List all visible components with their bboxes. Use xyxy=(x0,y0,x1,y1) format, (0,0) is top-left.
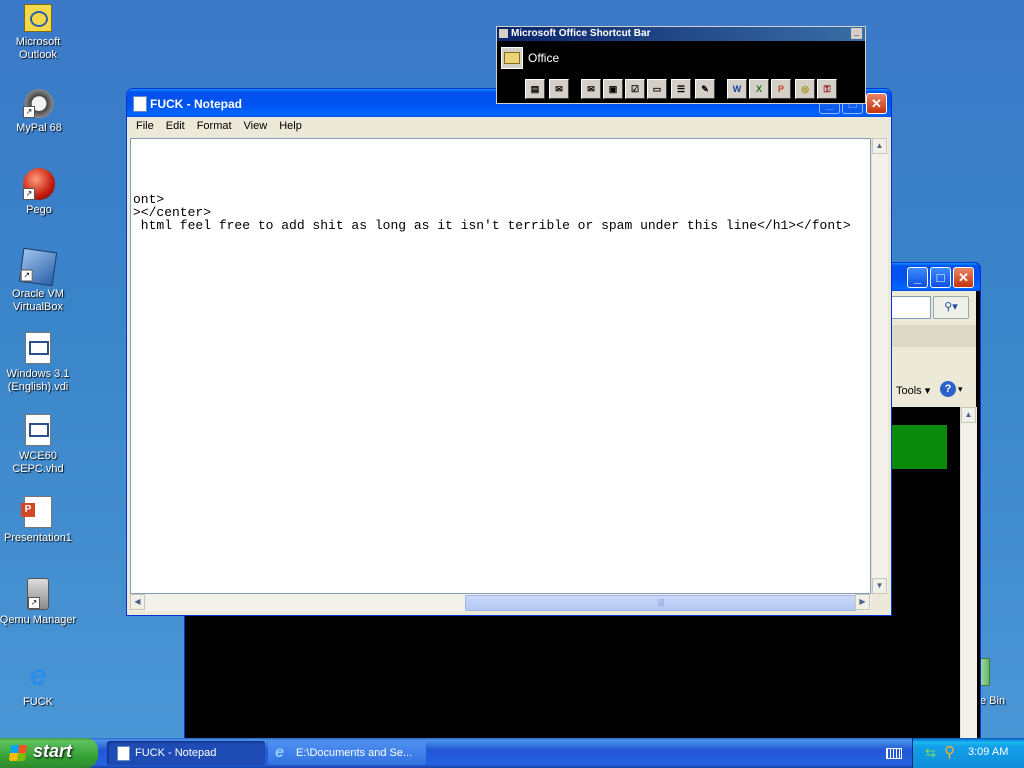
mail-icon[interactable]: ✉ xyxy=(581,79,601,99)
excel-icon[interactable]: X xyxy=(749,79,769,99)
page-scrollbar[interactable]: ▲ xyxy=(960,407,977,739)
taskbar-button-notepad[interactable]: FUCK - Notepad xyxy=(107,741,265,765)
desktop-icon-pego[interactable]: ↗ Pego xyxy=(0,168,79,217)
outlook-icon xyxy=(24,4,52,32)
office-folder-button[interactable] xyxy=(501,47,523,69)
recycle-bin-partial-label: e Bin xyxy=(980,695,1006,707)
window-title: FUCK - Notepad xyxy=(150,97,242,111)
access-icon[interactable]: ⚿ xyxy=(817,79,837,99)
notepad-window[interactable]: FUCK - Notepad _ □ ✕ FileEditFormatViewH… xyxy=(126,88,892,616)
office-bar-title: Microsoft Office Shortcut Bar xyxy=(511,28,651,39)
powerpoint-icon[interactable]: P xyxy=(771,79,791,99)
desktop-icon-presentation1[interactable]: P Presentation1 xyxy=(0,496,78,545)
taskbar-button-explorer[interactable]: e E:\Documents and Se... xyxy=(268,741,426,765)
powerpoint-icon: P xyxy=(21,496,52,528)
desktop-icon-label: MyPal 68 xyxy=(16,122,62,134)
menu-bar: File Edit Format View Help xyxy=(130,117,888,137)
green-banner xyxy=(885,425,947,469)
raccoon-icon: ↗ xyxy=(23,86,55,118)
menu-format[interactable]: Format xyxy=(191,117,238,135)
clock: 3:09 AM xyxy=(968,746,1009,758)
editor-line-3: html feel free to add shit as long as it… xyxy=(133,218,851,233)
scroll-left-arrow[interactable]: ◀ xyxy=(130,594,145,610)
close-button[interactable]: ✕ xyxy=(866,93,887,114)
office-folder-label: Office xyxy=(528,51,560,65)
qemu-icon: ↗ xyxy=(27,578,49,610)
scroll-up-arrow[interactable]: ▲ xyxy=(872,138,887,154)
desktop-icon-label: FUCK xyxy=(23,696,53,708)
menu-edit[interactable]: Edit xyxy=(160,117,191,135)
desktop-icon-label: Windows 3.1 (English).vdi xyxy=(6,368,70,393)
virtualbox-icon: ↗ xyxy=(18,247,58,287)
desktop-icon-label: WCE60 CEPC.vhd xyxy=(12,450,64,475)
desktop-icon-wce60-vhd[interactable]: WCE60 CEPC.vhd xyxy=(0,414,78,476)
menu-help[interactable]: Help xyxy=(273,117,308,135)
search-icon[interactable]: ⚲ xyxy=(944,743,955,761)
start-label: start xyxy=(33,741,73,761)
note-icon[interactable]: ✎ xyxy=(695,79,715,99)
start-button[interactable]: start xyxy=(0,738,98,768)
internet-explorer-icon: e xyxy=(29,659,47,692)
desktop-icon-mypal[interactable]: ↗ MyPal 68 xyxy=(0,86,79,135)
desktop-icon-ie-fuck[interactable]: e FUCK xyxy=(0,660,78,709)
appointment-icon[interactable]: ▣ xyxy=(603,79,623,99)
menu-view[interactable]: View xyxy=(238,117,274,135)
chevron-down-icon[interactable]: ▾ xyxy=(958,384,963,395)
scroll-right-arrow[interactable]: ▶ xyxy=(855,594,870,610)
outlook-icon[interactable]: ◎ xyxy=(795,79,815,99)
scroll-down-arrow[interactable]: ▼ xyxy=(872,578,887,594)
vertical-scrollbar[interactable]: ▲ ▼ xyxy=(871,138,888,594)
desktop-icon-label: Oracle VM VirtualBox xyxy=(12,288,64,313)
desktop-icon-windows31-vdi[interactable]: Windows 3.1 (English).vdi xyxy=(0,332,78,394)
notepad-icon xyxy=(133,96,147,112)
office-bar-titlebar[interactable]: Microsoft Office Shortcut Bar _ xyxy=(497,27,865,41)
new-document-icon[interactable]: ▤ xyxy=(525,79,545,99)
word-icon[interactable]: W xyxy=(727,79,747,99)
taskbar-button-label: FUCK - Notepad xyxy=(135,747,217,759)
open-document-icon[interactable]: ✉ xyxy=(549,79,569,99)
desktop-icon-label: Presentation1 xyxy=(4,532,72,544)
taskbar-button-label: E:\Documents and Se... xyxy=(296,747,413,759)
desktop-icon-label: Pego xyxy=(26,204,52,216)
desktop-icon-qemu-manager[interactable]: ↗ Qemu Manager xyxy=(0,578,78,627)
contact-icon[interactable]: ▭ xyxy=(647,79,667,99)
desktop-icon-label: Microsoft Outlook xyxy=(15,36,61,61)
document-icon xyxy=(25,414,51,446)
tools-menu-button[interactable]: Tools ▾ xyxy=(896,384,930,397)
keyboard-icon[interactable] xyxy=(886,748,902,759)
taskbar: start FUCK - Notepad e E:\Documents and … xyxy=(0,738,1024,768)
windows-logo-icon xyxy=(8,745,28,761)
task-icon[interactable]: ☑ xyxy=(625,79,645,99)
search-button[interactable]: ⚲▾ xyxy=(933,296,969,319)
desktop-icon-label: Qemu Manager xyxy=(0,614,77,626)
desktop-icon-virtualbox[interactable]: ↗ Oracle VM VirtualBox xyxy=(0,247,78,314)
internet-explorer-icon: e xyxy=(275,744,284,761)
minimize-button[interactable]: _ xyxy=(907,267,928,288)
text-editor[interactable]: ont> ></center> html feel free to add sh… xyxy=(130,138,871,594)
journal-icon[interactable]: ☰ xyxy=(671,79,691,99)
menu-file[interactable]: File xyxy=(130,117,160,135)
system-tray: ⇆ ⚲ 3:09 AM xyxy=(912,738,1024,768)
notepad-icon xyxy=(117,746,130,761)
folder-icon xyxy=(504,52,520,64)
desktop-icon-outlook[interactable]: Microsoft Outlook xyxy=(0,4,78,62)
minimize-button[interactable]: _ xyxy=(851,28,862,39)
horizontal-scrollbar[interactable]: ◀ ||| ▶ xyxy=(130,594,871,611)
office-shortcut-bar[interactable]: Microsoft Office Shortcut Bar _ Office ▤… xyxy=(496,26,866,104)
office-bar-icon xyxy=(499,29,508,38)
close-button[interactable]: ✕ xyxy=(953,267,974,288)
document-icon xyxy=(25,332,51,364)
scroll-thumb[interactable]: ||| xyxy=(465,595,857,611)
pego-icon: ↗ xyxy=(23,168,55,200)
help-icon[interactable]: ? xyxy=(940,381,956,397)
scroll-up-arrow[interactable]: ▲ xyxy=(961,407,976,423)
network-icon[interactable]: ⇆ xyxy=(925,745,936,761)
maximize-button[interactable]: □ xyxy=(930,267,951,288)
